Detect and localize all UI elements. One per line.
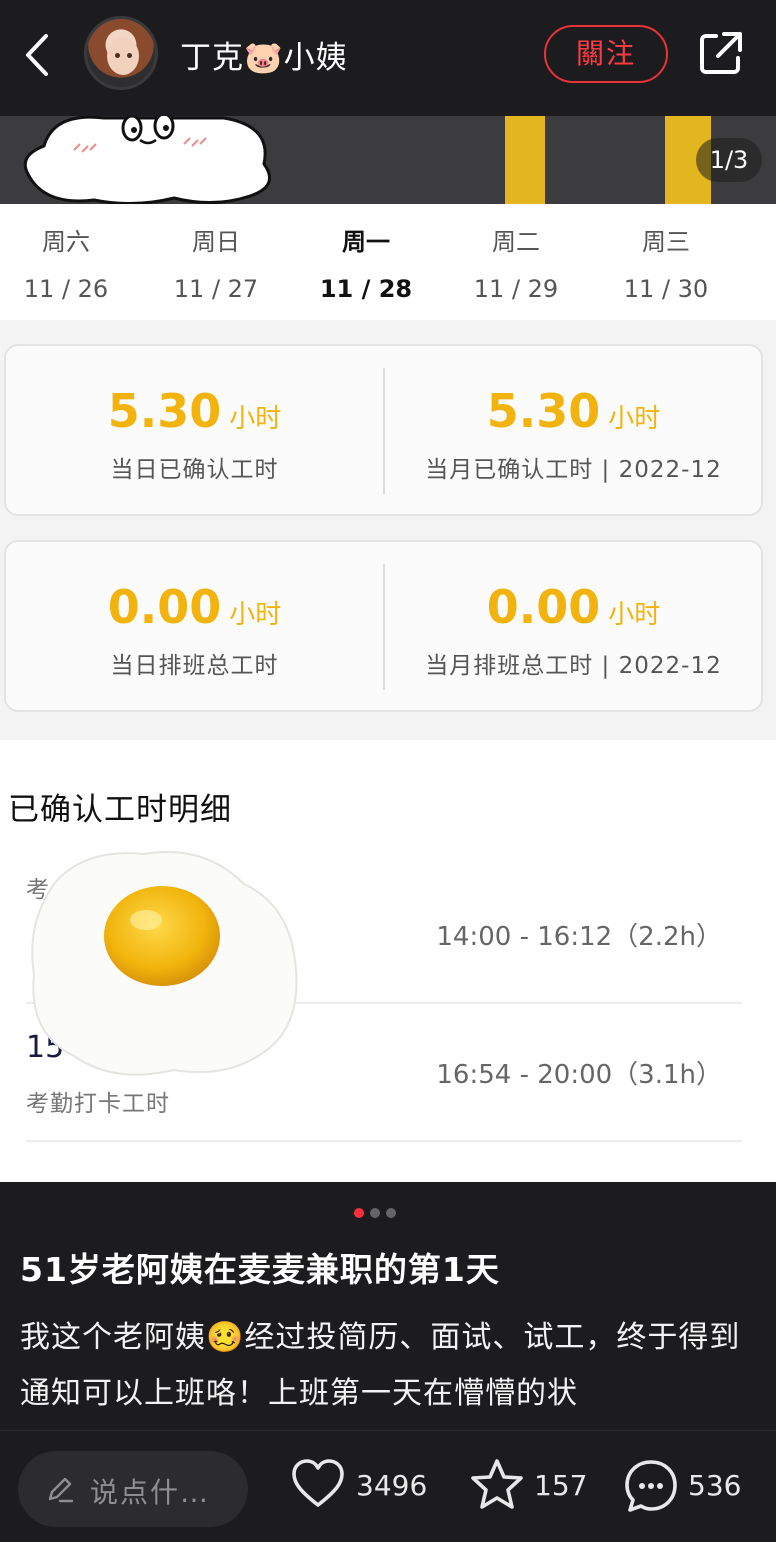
- chevron-left-icon: [26, 34, 48, 76]
- username[interactable]: 丁克🐷小姨: [180, 32, 348, 77]
- daily-scheduled-stat: 0.00 小时 当日排班总工时: [6, 580, 383, 680]
- follow-button[interactable]: 關注: [544, 25, 668, 83]
- daily-confirmed-stat: 5.30 小时 当日已确认工时: [6, 384, 383, 484]
- heart-icon: [292, 1459, 344, 1507]
- comment-count: 536: [688, 1469, 742, 1502]
- day-date: 11 / 26: [23, 275, 109, 303]
- monthly-scheduled-stat: 0.00 小时 当月排班总工时 | 2022-12: [385, 580, 762, 680]
- avatar[interactable]: [84, 16, 158, 90]
- monthly-confirmed-stat: 5.30 小时 当月已确认工时 | 2022-12: [385, 384, 762, 484]
- stat-label: 当日排班总工时: [110, 653, 279, 679]
- post-image[interactable]: 1/3 周六 11 / 26 周日 11 / 27 周一 11 / 28 周二 …: [0, 116, 776, 1182]
- stat-unit: 小时: [608, 404, 661, 434]
- like-count: 3496: [356, 1469, 428, 1502]
- confirmed-hours-card: 5.30 小时 当日已确认工时 5.30 小时 当月已确认工时 | 2022-12: [4, 344, 763, 516]
- day-tab[interactable]: 周二 11 / 29: [456, 222, 576, 303]
- scheduled-hours-card: 0.00 小时 当日排班总工时 0.00 小时 当月排班总工时 | 2022-12: [4, 540, 763, 712]
- avatar-face: [107, 37, 139, 75]
- back-button[interactable]: [16, 30, 60, 80]
- stat-value: 5.30: [486, 384, 601, 438]
- favorite-count: 157: [534, 1469, 588, 1502]
- comment-placeholder: 说点什…: [90, 1476, 211, 1509]
- stat-label: 当月已确认工时 | 2022-12: [425, 457, 722, 483]
- comment-button[interactable]: 536: [622, 1457, 752, 1517]
- date-selector: 周六 11 / 26 周日 11 / 27 周一 11 / 28 周二 11 /…: [0, 204, 776, 405]
- carousel-indicator: [354, 1203, 402, 1218]
- row-divider: [26, 1140, 742, 1142]
- row-time-range: 14:00 - 16:12（2.2h）: [436, 922, 722, 952]
- pencil-icon: [48, 1477, 74, 1503]
- text-fade: [0, 1410, 776, 1430]
- day-date: 11 / 30: [623, 275, 709, 303]
- share-button[interactable]: [696, 28, 746, 78]
- detail-title: 已确认工时明细: [8, 792, 232, 828]
- avatar-eye: [115, 53, 120, 58]
- post-title: 51岁老阿姨在麦麦兼职的第1天: [20, 1250, 500, 1289]
- day-weekday: 周六: [42, 228, 90, 256]
- row-sub-label: 考勤打卡工时: [26, 1091, 170, 1117]
- share-external-icon: [700, 32, 742, 74]
- stat-label: 当月排班总工时 | 2022-12: [425, 653, 722, 679]
- banner-stripe: [505, 116, 545, 204]
- star-icon: [471, 1459, 523, 1509]
- fried-egg-sticker-icon: [31, 851, 298, 1076]
- stat-unit: 小时: [229, 600, 282, 630]
- bottom-action-bar: 说点什… 3496 157 536: [0, 1430, 776, 1542]
- carousel-dot-active: [354, 1208, 364, 1218]
- stat-unit: 小时: [229, 404, 282, 434]
- favorite-button[interactable]: 157: [468, 1457, 588, 1517]
- day-date: 11 / 27: [173, 275, 259, 303]
- top-bar: 丁克🐷小姨 關注: [0, 0, 776, 116]
- comment-input[interactable]: 说点什…: [18, 1451, 248, 1527]
- image-counter: 1/3: [696, 138, 762, 182]
- day-tab-active[interactable]: 周一 11 / 28: [306, 222, 426, 303]
- image-banner: 1/3: [0, 116, 776, 204]
- cloud-sticker-icon: [23, 116, 272, 204]
- stat-value: 5.30: [107, 384, 222, 438]
- day-tab[interactable]: 周日 11 / 27: [156, 222, 276, 303]
- day-tab[interactable]: 周三 11 / 30: [606, 222, 726, 303]
- carousel-dot: [386, 1208, 396, 1218]
- day-date: 11 / 28: [319, 275, 413, 303]
- day-tab[interactable]: 周六 11 / 26: [6, 222, 126, 303]
- stat-unit: 小时: [608, 600, 661, 630]
- carousel-dot: [370, 1208, 380, 1218]
- day-weekday: 周日: [192, 228, 240, 256]
- stat-value: 0.00: [486, 580, 601, 634]
- stat-label: 当日已确认工时: [110, 457, 279, 483]
- avatar-eye: [127, 53, 132, 58]
- row-time-range: 16:54 - 20:00（3.1h）: [436, 1060, 722, 1090]
- like-button[interactable]: 3496: [290, 1457, 440, 1517]
- stat-value: 0.00: [107, 580, 222, 634]
- day-weekday: 周二: [492, 228, 540, 256]
- day-weekday: 周三: [642, 228, 690, 256]
- post-body[interactable]: 我这个老阿姨🥴经过投简历、面试、试工，终于得到通知可以上班咯！上班第一天在懵懵的…: [20, 1310, 760, 1422]
- day-date: 11 / 29: [473, 275, 559, 303]
- day-weekday: 周一: [342, 228, 390, 256]
- chat-bubble-icon: [625, 1460, 677, 1512]
